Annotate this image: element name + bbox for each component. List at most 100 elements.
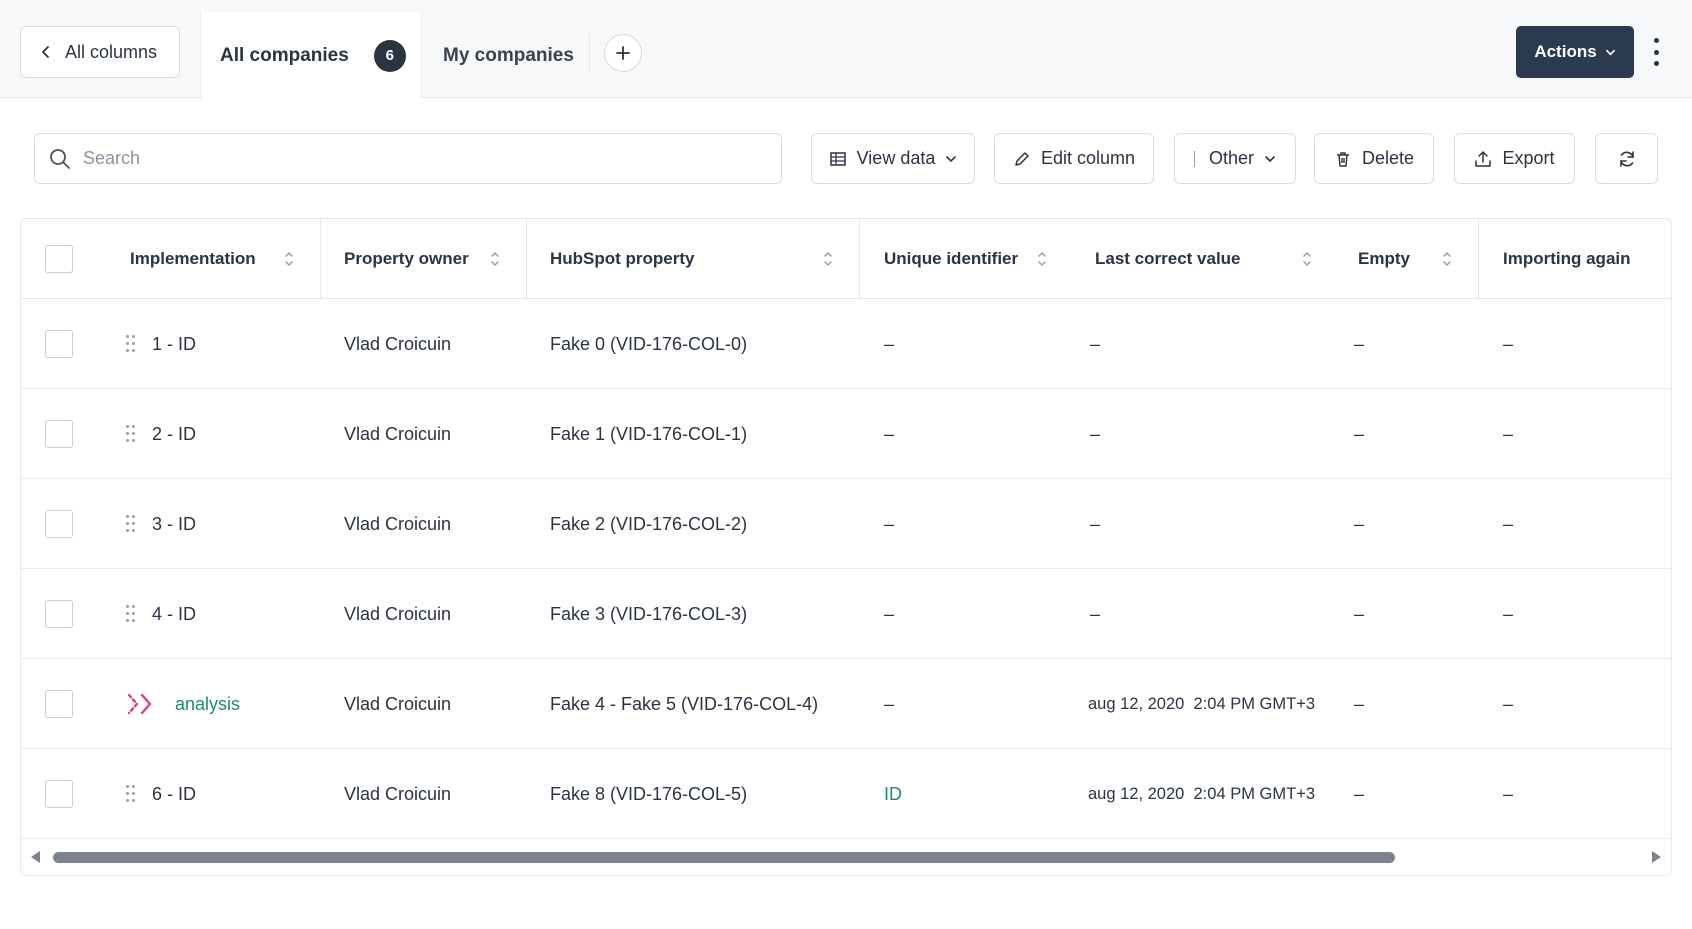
pencil-icon [1015, 151, 1029, 166]
last-correct-value-cell: – [1090, 603, 1101, 624]
sort-icon[interactable] [1441, 249, 1453, 269]
search-field[interactable] [34, 133, 782, 184]
column-header-label: Empty [1358, 249, 1410, 268]
properties-table: Implementation Property owner HubSpot pr… [20, 218, 1672, 876]
implementation-link[interactable]: analysis [175, 659, 240, 749]
unique-identifier-link[interactable]: ID [884, 749, 902, 839]
table-row[interactable]: 2 - ID Vlad Croicuin Fake 1 (VID-176-COL… [21, 389, 1671, 479]
select-all-checkbox[interactable] [45, 245, 73, 273]
table-row[interactable]: 4 - ID Vlad Croicuin Fake 3 (VID-176-COL… [21, 569, 1671, 659]
empty-cell: – [1354, 783, 1365, 804]
implementation-cell: 1 - ID [152, 333, 197, 354]
column-header-label: Importing again [1503, 249, 1631, 268]
back-button-label: All columns [65, 41, 158, 62]
column-divider [526, 219, 527, 299]
column-header-label: Property owner [344, 249, 469, 268]
delete-button[interactable]: Delete [1314, 133, 1434, 184]
column-divider [859, 219, 860, 299]
divider-glyph [1193, 150, 1195, 167]
column-header-empty[interactable]: Empty [1358, 219, 1410, 299]
row-checkbox[interactable] [45, 510, 73, 538]
column-header-unique-identifier[interactable]: Unique identifier [884, 219, 1018, 299]
drag-handle-icon[interactable] [126, 783, 136, 805]
table-row[interactable]: 1 - ID Vlad Croicuin Fake 0 (VID-176-COL… [21, 299, 1671, 389]
column-header-property-owner[interactable]: Property owner [344, 219, 469, 299]
table-view-icon [829, 151, 846, 166]
owner-cell: Vlad Croicuin [344, 783, 452, 804]
table-row[interactable]: 3 - ID Vlad Croicuin Fake 2 (VID-176-COL… [21, 479, 1671, 569]
owner-cell: Vlad Croicuin [344, 333, 452, 354]
drag-handle-icon[interactable] [126, 423, 136, 445]
table-header: Implementation Property owner HubSpot pr… [21, 219, 1671, 299]
edit-column-button[interactable]: Edit column [994, 133, 1154, 184]
table-row[interactable]: analysis Vlad Croicuin Fake 4 - Fake 5 (… [21, 659, 1671, 749]
sort-icon[interactable] [1036, 249, 1048, 269]
export-button[interactable]: Export [1454, 133, 1575, 184]
column-header-label: HubSpot property [550, 249, 695, 268]
row-checkbox[interactable] [45, 780, 73, 808]
actions-button[interactable]: Actions [1516, 26, 1634, 78]
drag-handle-icon[interactable] [126, 513, 136, 535]
horizontal-scrollbar[interactable] [21, 839, 1671, 875]
column-header-label: Implementation [130, 249, 256, 268]
row-checkbox[interactable] [45, 600, 73, 628]
unique-identifier-cell: – [884, 603, 895, 624]
row-checkbox[interactable] [45, 420, 73, 448]
view-data-button[interactable]: View data [811, 133, 975, 184]
empty-cell: – [1354, 423, 1365, 444]
drag-handle-icon[interactable] [126, 603, 136, 625]
implementation-cell: 2 - ID [152, 423, 197, 444]
implementation-cell: 4 - ID [152, 603, 197, 624]
tab-all-companies[interactable]: All companies 6 [200, 12, 422, 99]
all-columns-back-button[interactable]: All columns [20, 26, 180, 78]
last-correct-value-cell: – [1090, 333, 1101, 354]
importing-again-cell: – [1503, 603, 1514, 624]
more-options-icon[interactable] [1648, 38, 1664, 66]
column-header-last-correct-value[interactable]: Last correct value [1095, 219, 1241, 299]
double-chevron-right-icon [127, 693, 152, 715]
sort-icon[interactable] [283, 249, 295, 269]
hubspot-property-cell: Fake 8 (VID-176-COL-5) [550, 783, 748, 804]
other-label: Other [1208, 148, 1255, 168]
column-header-importing-again[interactable]: Importing again [1503, 219, 1631, 299]
row-checkbox[interactable] [45, 690, 73, 718]
last-correct-value-cell: aug 12, 2020 2:04 PM GMT+3 [1088, 784, 1316, 803]
table-row[interactable]: 6 - ID Vlad Croicuin Fake 8 (VID-176-COL… [21, 749, 1671, 839]
hubspot-property-cell: Fake 2 (VID-176-COL-2) [550, 513, 748, 534]
search-input[interactable] [83, 148, 723, 169]
scroll-left-arrow-icon[interactable] [31, 851, 40, 863]
scroll-right-arrow-icon[interactable] [1652, 851, 1661, 863]
chevron-down-icon [1265, 155, 1275, 162]
column-header-implementation[interactable]: Implementation [130, 219, 256, 299]
sort-icon[interactable] [822, 249, 834, 269]
sort-icon[interactable] [1301, 249, 1313, 269]
tab-my-companies[interactable]: My companies [443, 12, 574, 99]
column-divider [320, 219, 321, 299]
last-correct-value-cell: aug 12, 2020 2:04 PM GMT+3 [1088, 694, 1316, 713]
unique-identifier-cell: – [884, 513, 895, 534]
scrollbar-thumb[interactable] [53, 852, 1395, 863]
sort-icon[interactable] [489, 249, 501, 269]
column-header-hubspot-property[interactable]: HubSpot property [550, 219, 695, 299]
other-dropdown-button[interactable]: Other [1174, 133, 1296, 184]
refresh-button[interactable] [1595, 133, 1658, 184]
plus-icon [616, 46, 630, 60]
export-label: Export [1502, 148, 1555, 168]
last-correct-value-cell: – [1090, 423, 1101, 444]
column-divider [1478, 219, 1479, 299]
drag-handle-icon[interactable] [126, 333, 136, 355]
implementation-cell: 6 - ID [152, 783, 197, 804]
column-header-label: Unique identifier [884, 249, 1019, 268]
chevron-down-icon [1605, 49, 1615, 55]
hubspot-property-cell: Fake 3 (VID-176-COL-3) [550, 603, 748, 624]
hubspot-property-cell: Fake 4 - Fake 5 (VID-176-COL-4) [550, 693, 819, 714]
view-data-label: View data [856, 148, 936, 168]
add-tab-button[interactable] [604, 34, 642, 72]
importing-again-cell: – [1503, 333, 1514, 354]
tab-bar: All columns All companies 6 My companies… [0, 0, 1692, 99]
empty-cell: – [1354, 603, 1365, 624]
tab-label: All companies [220, 44, 349, 66]
row-checkbox[interactable] [45, 330, 73, 358]
importing-again-cell: – [1503, 693, 1514, 714]
delete-label: Delete [1361, 148, 1415, 168]
